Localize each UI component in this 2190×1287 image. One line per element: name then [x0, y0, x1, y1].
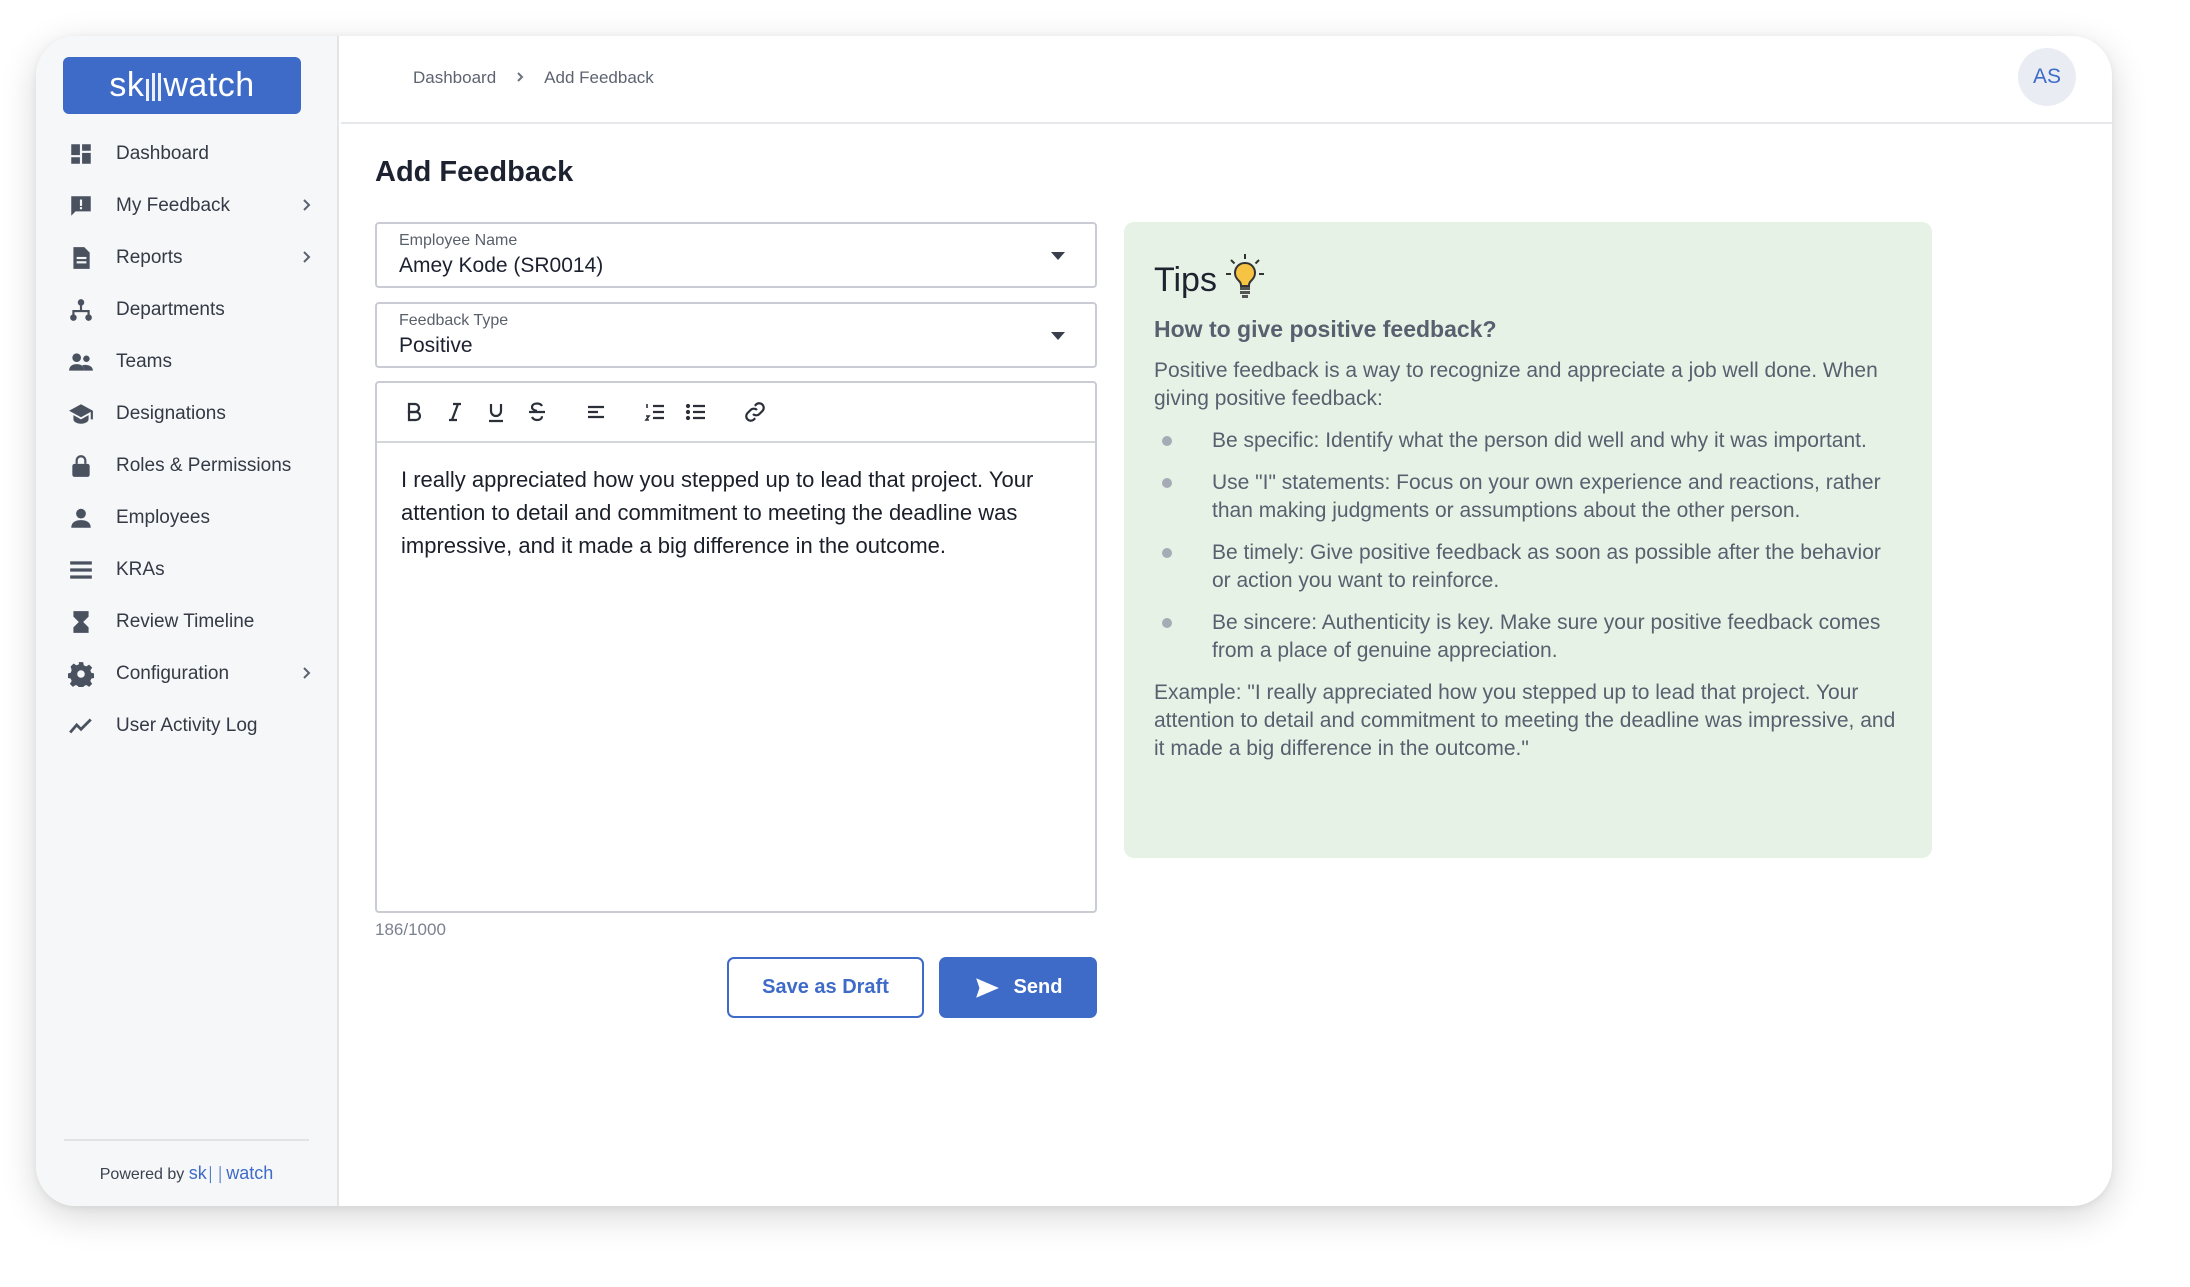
tips-list: Be specific: Identify what the person di…: [1154, 427, 1902, 665]
sidebar-item-departments[interactable]: Departments: [36, 284, 337, 336]
bullet-list-icon[interactable]: [681, 397, 711, 427]
sidebar-item-designations[interactable]: Designations: [36, 388, 337, 440]
feedback-type-select[interactable]: Feedback Type Positive: [375, 302, 1097, 368]
lightbulb-icon: [1225, 254, 1264, 298]
logo-text-right: watch: [163, 66, 255, 104]
feedback-textarea[interactable]: I really appreciated how you stepped up …: [377, 443, 1095, 582]
sidebar-nav: Dashboard My Feedback Reports Department…: [36, 128, 337, 752]
sidebar-item-employees[interactable]: Employees: [36, 492, 337, 544]
logo-bars-icon: [146, 71, 162, 101]
character-counter: 186/1000: [375, 920, 446, 939]
person-icon: [66, 503, 96, 533]
tips-example: Example: "I really appreciated how you s…: [1154, 681, 1896, 760]
chevron-right-icon: [297, 664, 315, 682]
sidebar-item-label: Roles & Permissions: [116, 455, 292, 476]
send-button-label: Send: [1013, 976, 1063, 998]
breadcrumb: Dashboard Add Feedback: [413, 68, 654, 88]
sidebar-item-label: Dashboard: [116, 143, 209, 164]
link-icon[interactable]: [740, 397, 770, 427]
caret-down-icon: [1051, 332, 1065, 340]
logo-text-left: sk: [109, 66, 145, 104]
sidebar-item-label: User Activity Log: [116, 715, 258, 736]
sidebar-item-review-timeline[interactable]: Review Timeline: [36, 596, 337, 648]
send-icon: [975, 977, 999, 998]
list-icon: [66, 555, 96, 585]
chevron-right-icon: [514, 68, 526, 88]
skillwatch-logo[interactable]: sk watch: [63, 57, 301, 114]
employee-name-label: Employee Name: [399, 232, 518, 249]
employee-name-value: Amey Kode (SR0014): [399, 254, 604, 277]
breadcrumb-add-feedback: Add Feedback: [544, 68, 654, 87]
graduation-cap-icon: [66, 399, 96, 429]
gear-icon: [66, 659, 96, 689]
sidebar-item-label: Teams: [116, 351, 172, 372]
trend-line-icon: [66, 711, 96, 741]
footer-brand-logo: sk││watch: [188, 1163, 274, 1183]
caret-down-icon: [1051, 252, 1065, 260]
sidebar-item-configuration[interactable]: Configuration: [36, 648, 337, 700]
sidebar-item-label: Departments: [116, 299, 225, 320]
page-title: Add Feedback: [375, 156, 574, 188]
list-item: Be sincere: Authenticity is key. Make su…: [1154, 609, 1902, 665]
sidebar-item-kras[interactable]: KRAs: [36, 544, 337, 596]
feedback-type-label: Feedback Type: [399, 312, 509, 329]
employee-name-select[interactable]: Employee Name Amey Kode (SR0014): [375, 222, 1097, 288]
lock-icon: [66, 451, 96, 481]
org-chart-icon: [66, 295, 96, 325]
feedback-editor: I really appreciated how you stepped up …: [375, 381, 1097, 913]
powered-by-footer: Powered by sk││watch: [64, 1139, 309, 1184]
bold-icon[interactable]: [399, 397, 429, 427]
feedback-type-value: Positive: [399, 334, 473, 357]
avatar[interactable]: AS: [2018, 48, 2076, 106]
strikethrough-icon[interactable]: [522, 397, 552, 427]
sidebar-item-label: KRAs: [116, 559, 165, 580]
sidebar-item-user-activity-log[interactable]: User Activity Log: [36, 700, 337, 752]
list-item: Use "I" statements: Focus on your own ex…: [1154, 469, 1902, 525]
sidebar-item-label: My Feedback: [116, 195, 231, 216]
underline-icon[interactable]: [481, 397, 511, 427]
sidebar-item-my-feedback[interactable]: My Feedback: [36, 180, 337, 232]
editor-toolbar: [377, 383, 1095, 443]
dashboard-icon: [66, 139, 96, 169]
feedback-icon: [66, 191, 96, 221]
sidebar-item-label: Employees: [116, 507, 210, 528]
sidebar-item-teams[interactable]: Teams: [36, 336, 337, 388]
powered-by-label: Powered by: [99, 1166, 185, 1183]
sidebar-item-roles-permissions[interactable]: Roles & Permissions: [36, 440, 337, 492]
chevron-right-icon: [297, 196, 315, 214]
sidebar: sk watch Dashboard My Feedback Reports D…: [36, 36, 339, 1206]
sidebar-item-label: Review Timeline: [116, 611, 255, 632]
ordered-list-icon[interactable]: [640, 397, 670, 427]
hourglass-icon: [66, 607, 96, 637]
app-window: sk watch Dashboard My Feedback Reports D…: [36, 36, 2112, 1206]
italic-icon[interactable]: [440, 397, 470, 427]
chevron-right-icon: [297, 248, 315, 266]
tips-panel: Tips How to give positive feedback? Posi…: [1124, 222, 1932, 858]
report-icon: [66, 243, 96, 273]
sidebar-item-dashboard[interactable]: Dashboard: [36, 128, 337, 180]
sidebar-item-label: Reports: [116, 247, 183, 268]
sidebar-item-label: Designations: [116, 403, 226, 424]
tips-title: Tips: [1154, 261, 1217, 299]
list-item: Be specific: Identify what the person di…: [1154, 427, 1902, 455]
send-button[interactable]: Send: [939, 957, 1097, 1018]
tips-subtitle: How to give positive feedback?: [1154, 316, 1497, 342]
sidebar-item-label: Configuration: [116, 663, 230, 684]
save-as-draft-button[interactable]: Save as Draft: [727, 957, 924, 1018]
tips-intro: Positive feedback is a way to recognize …: [1154, 359, 1878, 410]
align-left-icon[interactable]: [581, 397, 611, 427]
people-icon: [66, 347, 96, 377]
breadcrumb-dashboard[interactable]: Dashboard: [413, 68, 496, 88]
top-bar: Dashboard Add Feedback AS: [341, 36, 2112, 124]
list-item: Be timely: Give positive feedback as soo…: [1154, 539, 1902, 595]
sidebar-item-reports[interactable]: Reports: [36, 232, 337, 284]
